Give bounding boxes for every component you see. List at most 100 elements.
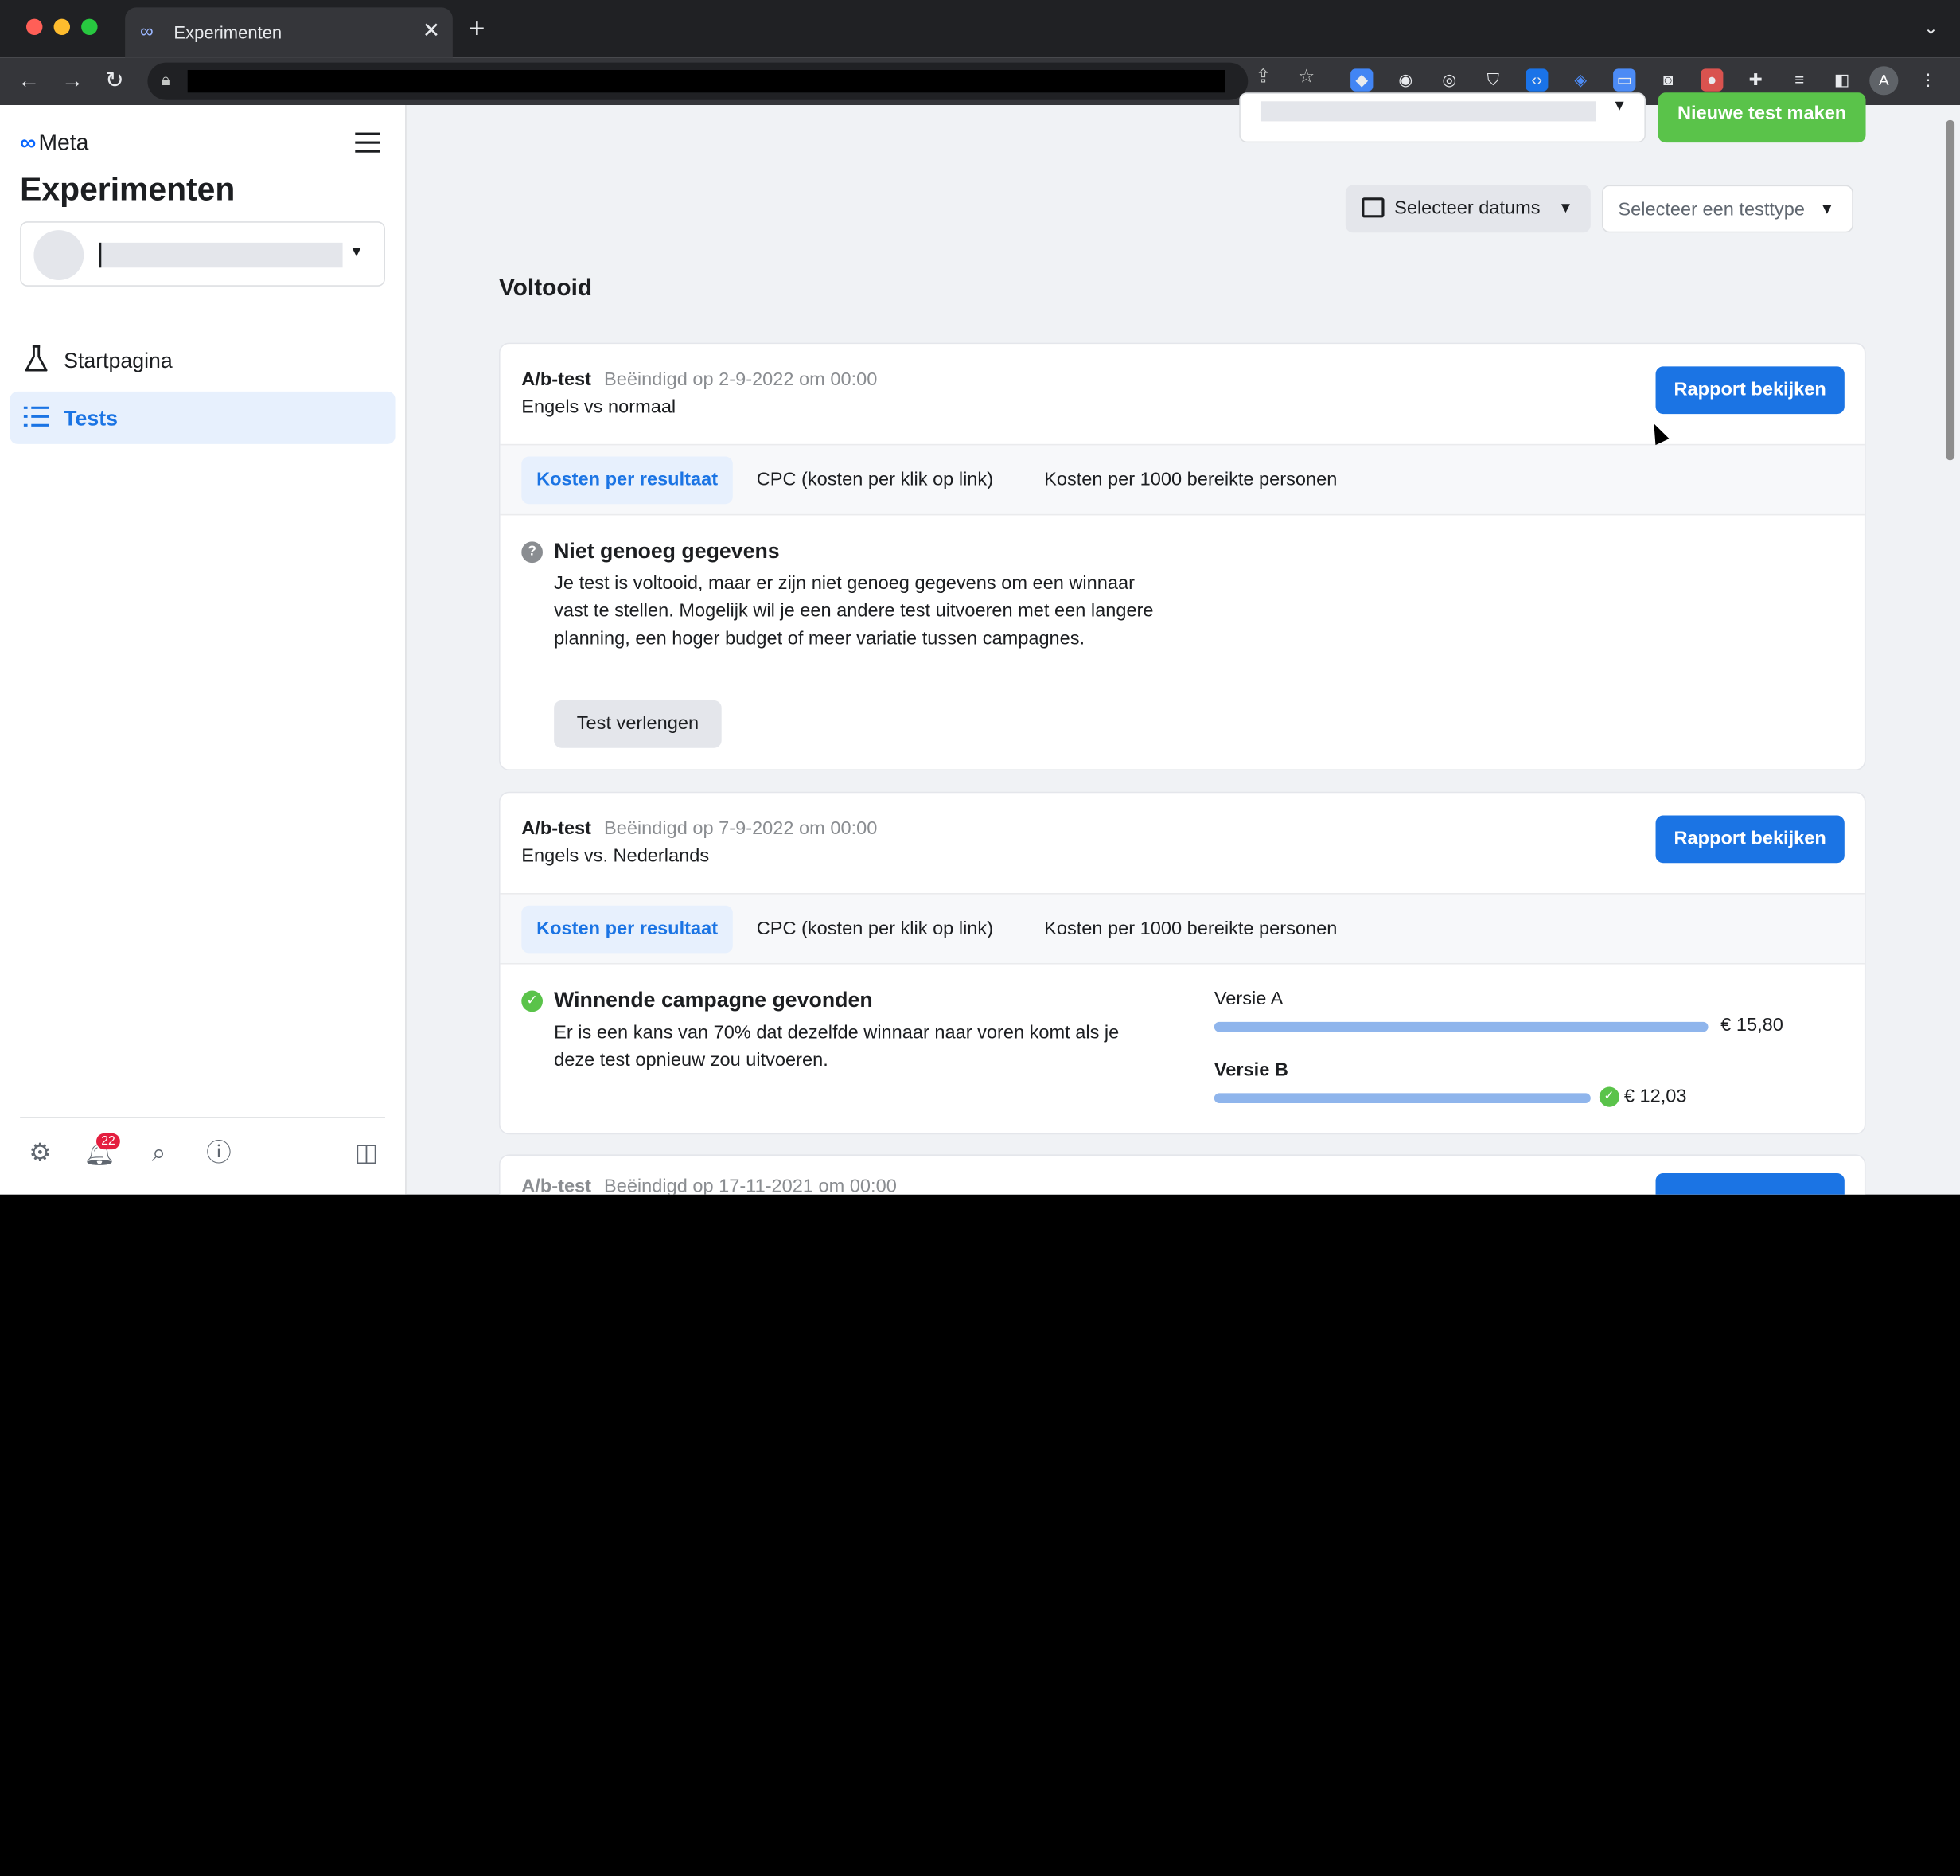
tab-search-chevron-icon[interactable]: ⌄: [1923, 18, 1938, 39]
extend-test-button[interactable]: Test verlengen: [554, 700, 722, 748]
new-test-button[interactable]: Nieuwe test maken: [1658, 92, 1866, 143]
maximize-window-button[interactable]: [81, 18, 98, 35]
caret-down-icon: ▼: [1611, 96, 1627, 114]
close-window-button[interactable]: [25, 18, 43, 35]
extension-robot-icon[interactable]: ◉: [1394, 68, 1416, 91]
hamburger-menu-icon[interactable]: [355, 132, 380, 153]
notification-badge: 22: [95, 1133, 121, 1150]
test-end-date: Beëindigd op 17-11-2021 om 00:00: [603, 1176, 897, 1195]
question-icon: ?: [521, 541, 543, 564]
lock-icon: 🔒︎: [161, 69, 170, 89]
view-report-button[interactable]: Rapport bekijken: [1655, 366, 1845, 415]
test-type: A/b-test: [521, 1176, 592, 1195]
media-control-icon[interactable]: ≡: [1788, 68, 1810, 91]
card-header: A/b-test Beëindigd op 7-9-2022 om 00:00 …: [501, 793, 1865, 893]
meta-favicon-icon: ∞: [139, 21, 154, 43]
side-panel-icon[interactable]: ◧: [1831, 68, 1853, 91]
browser-tab-bar: ∞ Experimenten ✕ + ⌄: [0, 0, 1960, 58]
test-type: A/b-test: [521, 817, 592, 840]
share-icon[interactable]: ⇪: [1256, 65, 1272, 88]
browser-tab[interactable]: ∞ Experimenten ✕: [125, 7, 453, 58]
flask-icon: [25, 345, 48, 372]
forward-icon[interactable]: →: [61, 68, 84, 92]
calendar-icon: [1362, 197, 1385, 218]
tab-cpc[interactable]: CPC (kosten per klik op link): [742, 906, 1008, 954]
back-icon[interactable]: ←: [18, 68, 40, 92]
caret-down-icon: ▼: [1558, 198, 1573, 216]
new-test-label: Nieuwe test maken: [1677, 102, 1847, 124]
test-end-date: Beëindigd op 2-9-2022 om 00:00: [603, 369, 878, 391]
view-report-button[interactable]: Rapport bekijken: [1655, 815, 1845, 864]
sidebar-item-startpagina[interactable]: Startpagina: [10, 334, 396, 387]
camera-icon[interactable]: ◙: [1657, 68, 1679, 91]
account-selector[interactable]: ▼: [20, 221, 385, 287]
redacted-selection: [1260, 101, 1596, 122]
section-title: Voltooid: [498, 275, 593, 302]
tag-icon[interactable]: ◈: [1569, 68, 1592, 91]
version-a-label: Versie A: [1214, 988, 1284, 1010]
brand-name: Meta: [38, 130, 89, 155]
redacted-url: [187, 69, 1225, 93]
sidebar-item-label: Startpagina: [64, 349, 173, 373]
status-description: Je test is voltooid, maar er zijn niet g…: [554, 572, 1154, 649]
reload-icon[interactable]: ↻: [105, 68, 124, 92]
date-filter-button[interactable]: Selecteer datums ▼: [1345, 185, 1591, 233]
code-extension-icon[interactable]: ‹›: [1526, 68, 1549, 92]
version-b-bar: [1214, 1093, 1591, 1103]
meta-logo-icon: ∞: [20, 130, 37, 155]
extension-icon[interactable]: ◎: [1438, 68, 1460, 91]
settings-gear-icon[interactable]: ⚙: [25, 1138, 55, 1168]
extension-icon[interactable]: ◆: [1350, 68, 1374, 92]
browser-window: ∞ Experimenten ✕ + ⌄ ← → ↻ 🔒︎ ⇪ ☆ ◆ ◉ ◎ …: [0, 0, 1960, 1195]
test-card: A/b-test Beëindigd op 2-9-2022 om 00:00 …: [498, 342, 1866, 770]
status-title: Winnende campagne gevonden: [554, 988, 873, 1012]
avatar: [33, 230, 84, 280]
tab-cost-per-result[interactable]: Kosten per resultaat: [521, 905, 733, 954]
new-tab-button[interactable]: +: [469, 14, 485, 43]
view-report-button[interactable]: [1655, 1172, 1845, 1195]
bookmark-star-icon[interactable]: ☆: [1298, 65, 1315, 88]
test-type-filter[interactable]: Selecteer een testtype ▼: [1601, 185, 1853, 233]
tab-cpm-reach[interactable]: Kosten per 1000 bereikte personen: [1029, 906, 1352, 954]
version-a-bar: [1214, 1021, 1709, 1032]
tab-cpm-reach[interactable]: Kosten per 1000 bereikte personen: [1029, 457, 1352, 505]
test-name: Engels vs normaal: [521, 396, 676, 418]
caret-down-icon: ▼: [349, 242, 364, 260]
address-bar[interactable]: 🔒︎: [147, 62, 1249, 100]
tab-cost-per-result[interactable]: Kosten per resultaat: [521, 456, 733, 505]
sidebar: ∞ Meta Experimenten ▼ Startpagina Tests ⚙…: [0, 104, 407, 1195]
extension-icon[interactable]: ●: [1701, 68, 1724, 92]
metric-tabs: Kosten per resultaat CPC (kosten per kli…: [500, 892, 1865, 965]
test-end-date: Beëindigd op 7-9-2022 om 00:00: [603, 817, 878, 840]
redacted-account-name: [99, 242, 343, 268]
shield-icon[interactable]: ⛉: [1482, 68, 1504, 91]
scrollbar-thumb[interactable]: [1946, 119, 1955, 461]
test-card: A/b-test Beëindigd op 7-9-2022 om 00:00 …: [498, 791, 1866, 1135]
minimize-window-button[interactable]: [53, 18, 70, 35]
tab-title: Experimenten: [173, 22, 283, 43]
list-icon: [23, 406, 49, 427]
meta-logo: ∞ Meta: [20, 130, 88, 156]
test-type-label: Selecteer een testtype: [1618, 198, 1805, 220]
campaign-selector[interactable]: ▼: [1239, 92, 1646, 143]
test-name: Engels vs. Nederlands: [521, 845, 710, 867]
extension-icon[interactable]: ▭: [1613, 68, 1636, 92]
sidebar-item-label: Tests: [64, 406, 118, 431]
divider: [20, 1117, 385, 1118]
status-title: Niet genoeg gegevens: [554, 539, 780, 564]
sidebar-item-tests[interactable]: Tests: [10, 391, 396, 444]
version-a-value: € 15,80: [1720, 1014, 1783, 1036]
close-tab-icon[interactable]: ✕: [423, 19, 440, 44]
metric-tabs: Kosten per resultaat CPC (kosten per kli…: [500, 443, 1865, 516]
date-filter-label: Selecteer datums: [1394, 197, 1541, 219]
help-icon[interactable]: ⓘ: [204, 1138, 234, 1168]
profile-avatar[interactable]: A: [1869, 66, 1899, 96]
search-icon[interactable]: ⌕: [144, 1138, 174, 1168]
status-description: Er is een kans van 70% dat dezelfde winn…: [554, 1021, 1120, 1071]
menu-kebab-icon[interactable]: ⋮: [1917, 68, 1939, 91]
test-card: A/b-test Beëindigd op 17-11-2021 om 00:0…: [498, 1154, 1866, 1195]
puzzle-icon[interactable]: ✚: [1744, 68, 1767, 91]
main-content: ▼ Nieuwe test maken Selecteer datums ▼ S…: [407, 92, 1946, 1195]
tab-cpc[interactable]: CPC (kosten per klik op link): [742, 457, 1008, 505]
panel-toggle-icon[interactable]: ◫: [352, 1138, 382, 1168]
